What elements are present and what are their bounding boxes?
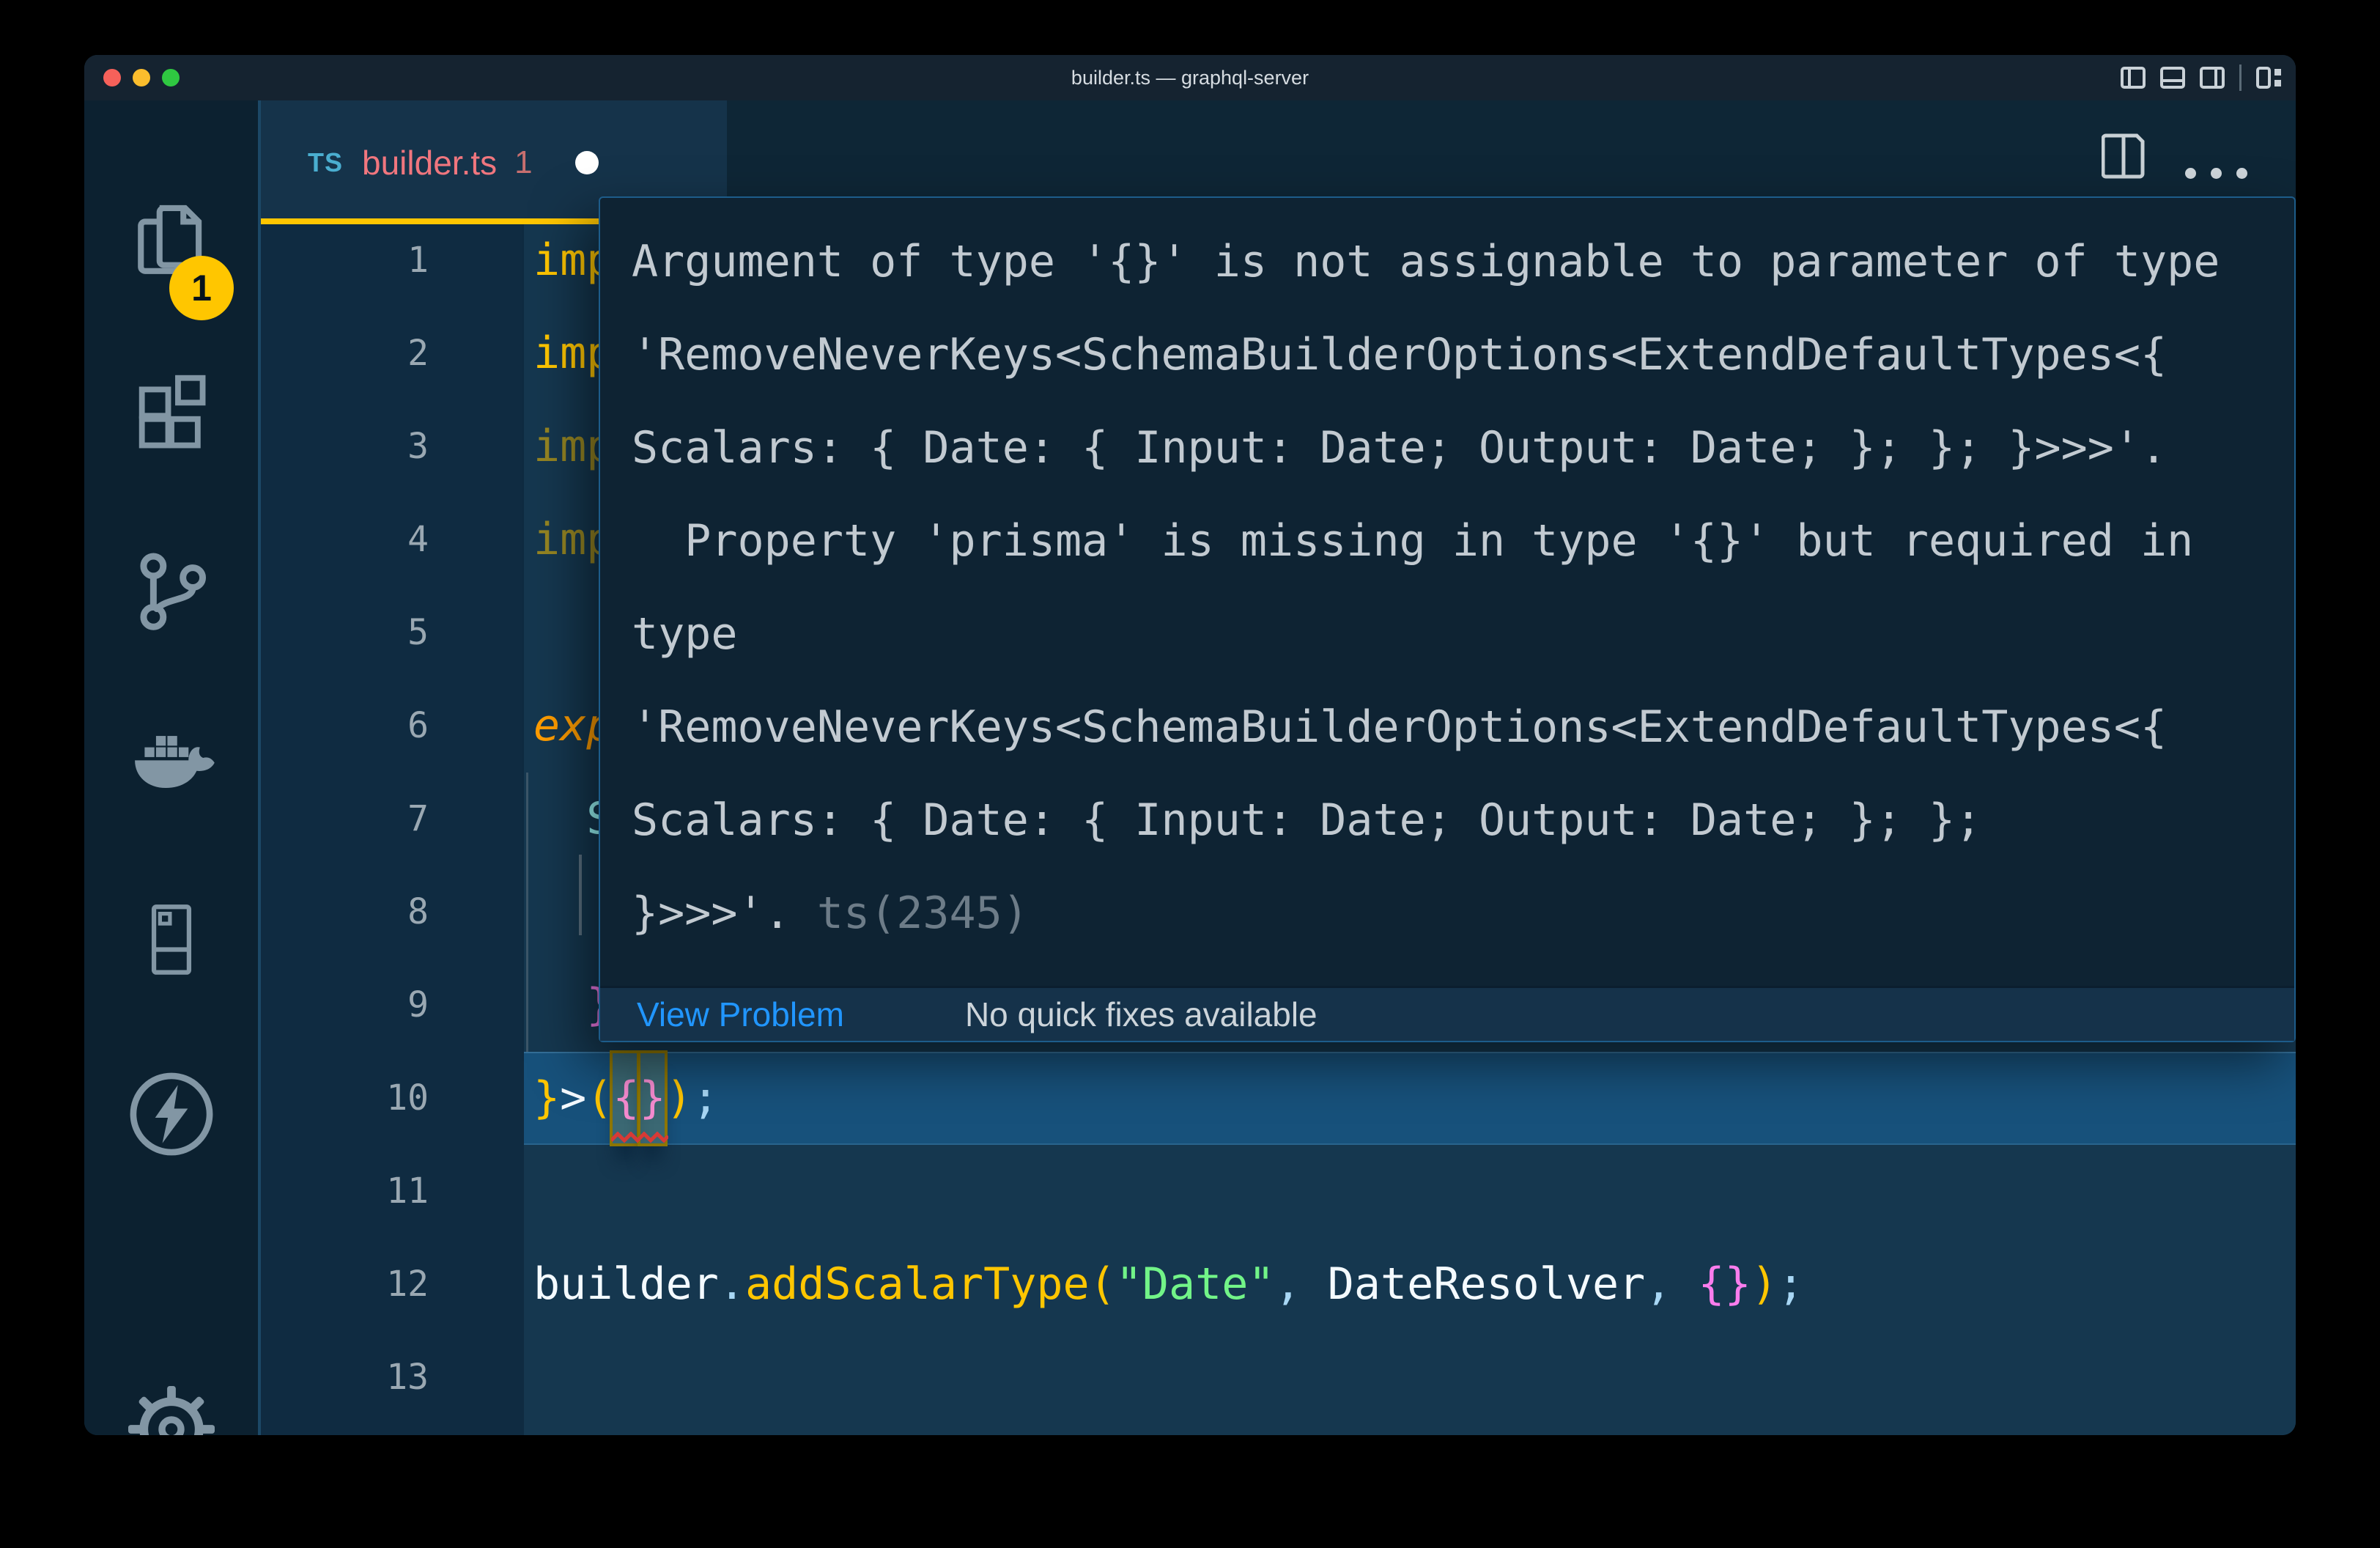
- error-squiggle: [611, 1132, 668, 1147]
- tab-problem-count: 1: [514, 144, 532, 181]
- sidebar-item-source-control[interactable]: [84, 536, 258, 646]
- sidebar-item-settings[interactable]: 1: [84, 1374, 258, 1435]
- sidebar-item-explorer[interactable]: 1: [84, 185, 258, 295]
- titlebar-separator: [2239, 64, 2242, 91]
- hover-message-line: 'RemoveNeverKeys<SchemaBuilderOptions<Ex…: [632, 681, 2265, 774]
- typescript-file-icon: TS: [308, 147, 343, 178]
- window-title: builder.ts — graphql-server: [84, 55, 2296, 100]
- sidebar-item-docker[interactable]: [84, 710, 258, 820]
- source-control-icon: [130, 550, 212, 632]
- code-line[interactable]: [261, 1331, 2296, 1424]
- code-line[interactable]: }>({});: [261, 1052, 2296, 1145]
- hover-message-line: Property 'prisma' is missing in type '{}…: [632, 495, 2265, 588]
- activity-bar: 1: [84, 100, 258, 1435]
- modified-dot-icon[interactable]: [575, 151, 599, 174]
- explorer-problems-badge: 1: [169, 256, 234, 320]
- title-bar: builder.ts — graphql-server: [84, 55, 2296, 100]
- desktop: builder.ts — graphql-server: [0, 0, 2380, 1548]
- code-line[interactable]: builder.addScalarType("Date", DateResolv…: [261, 1238, 2296, 1331]
- split-editor-icon[interactable]: [2102, 133, 2146, 183]
- hover-message-line: Scalars: { Date: { Input: Date; Output: …: [632, 402, 2265, 495]
- remote-explorer-icon: [133, 898, 210, 983]
- hover-actions-bar: View Problem No quick fixes available: [600, 986, 2294, 1041]
- hover-message-line: Argument of type '{}' is not assignable …: [632, 215, 2265, 309]
- more-actions-icon[interactable]: [2185, 168, 2247, 179]
- toggle-panel-icon[interactable]: [2160, 67, 2185, 89]
- code-line[interactable]: [261, 1145, 2296, 1238]
- error-message: Argument of type '{}' is not assignable …: [600, 198, 2294, 986]
- toggle-secondary-sidebar-icon[interactable]: [2200, 67, 2225, 89]
- docker-icon: [127, 724, 216, 806]
- error-hover-popup: Argument of type '{}' is not assignable …: [599, 196, 2296, 1042]
- hover-message-line: type: [632, 588, 2265, 681]
- hover-message-line: 'RemoveNeverKeys<SchemaBuilderOptions<Ex…: [632, 309, 2265, 402]
- hover-message-line: Scalars: { Date: { Input: Date; Output: …: [632, 774, 2265, 867]
- sidebar-item-extensions[interactable]: [84, 359, 258, 469]
- lightning-bolt-icon: [126, 1069, 217, 1160]
- hover-message-line: }>>>'. ts(2345): [632, 867, 2265, 960]
- view-problem-link[interactable]: View Problem: [637, 995, 844, 1034]
- quick-fix-status: No quick fixes available: [965, 995, 1318, 1034]
- extensions-icon: [130, 373, 212, 455]
- sidebar-item-remote-explorer[interactable]: [84, 885, 258, 995]
- gear-icon: [128, 1386, 215, 1435]
- sidebar-item-thunder-client[interactable]: [84, 1059, 258, 1169]
- tab-filename: builder.ts: [362, 143, 497, 183]
- customize-layout-icon[interactable]: [2256, 65, 2283, 90]
- vscode-window: builder.ts — graphql-server: [84, 55, 2296, 1435]
- toggle-primary-sidebar-icon[interactable]: [2121, 67, 2146, 89]
